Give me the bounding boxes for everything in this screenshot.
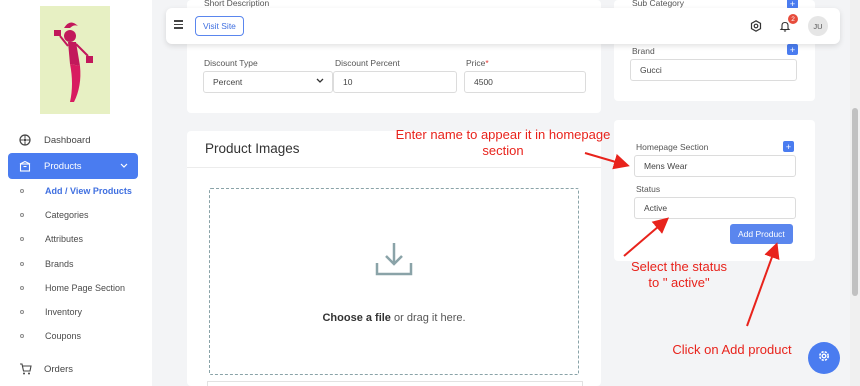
chevron-down-icon (316, 78, 324, 86)
sidebar: Dashboard Products Add / View Products C… (0, 0, 152, 386)
homepage-section-label: Homepage Section (636, 142, 709, 152)
dashboard-icon (18, 133, 32, 147)
sidebar-item-label: Products (44, 160, 82, 172)
product-images-title: Product Images (205, 141, 300, 156)
bullet-icon (20, 213, 24, 217)
box-icon (18, 159, 32, 173)
dropzone-text: Choose a file or drag it here. (322, 312, 466, 324)
add-product-button[interactable]: Add Product (730, 224, 793, 244)
sidebar-subitem-brands[interactable]: Brands (8, 254, 148, 274)
sidebar-item-products[interactable]: Products (8, 153, 138, 179)
sidebar-item-orders[interactable]: Orders (8, 356, 138, 382)
status-label: Status (636, 184, 661, 194)
divider (187, 167, 601, 168)
hamburger-menu-icon[interactable] (174, 20, 183, 29)
sidebar-item-label: Orders (44, 363, 74, 375)
bullet-icon (20, 286, 24, 290)
avatar[interactable]: JU (808, 16, 828, 36)
annotation-status: Select the status to " active" (630, 259, 728, 290)
discount-type-label: Discount Type (204, 58, 258, 68)
bullet-icon (20, 262, 24, 266)
gear-icon (817, 349, 831, 368)
download-icon (374, 241, 414, 282)
sidebar-item-label: Dashboard (44, 134, 91, 146)
add-brand-button[interactable]: + (787, 44, 798, 55)
brand-logo (40, 6, 110, 114)
brand-label: Brand (632, 46, 655, 56)
sidebar-item-dashboard[interactable]: Dashboard (8, 127, 138, 153)
publish-card: Homepage Section + Mens Wear Status Acti… (614, 120, 815, 261)
price-input[interactable]: 4500 (464, 71, 586, 93)
status-select[interactable]: Active (634, 197, 796, 219)
cart-icon (18, 362, 32, 376)
scrollbar-thumb[interactable] (852, 108, 858, 296)
annotation-homepage-section: Enter name to appear it in homepage sect… (395, 127, 611, 158)
sidebar-subitem-home-page-section[interactable]: Home Page Section (8, 278, 148, 298)
floating-settings-button[interactable] (808, 342, 840, 374)
bullet-icon (20, 237, 24, 241)
bullet-icon (20, 334, 24, 338)
discount-type-select[interactable]: Percent (203, 71, 333, 93)
top-bar: Visit Site 2 JU (166, 8, 840, 44)
brand-select[interactable]: Gucci (630, 59, 797, 81)
sidebar-subitem-add-view-products[interactable]: Add / View Products (8, 181, 148, 201)
price-label: Price* (466, 58, 489, 68)
sidebar-subitem-categories[interactable]: Categories (8, 205, 148, 225)
file-dropzone[interactable]: Choose a file or drag it here. (209, 188, 579, 375)
annotation-add-product: Click on Add product (672, 342, 792, 357)
homepage-section-select[interactable]: Mens Wear (634, 155, 796, 177)
product-images-card: Product Images Choose a file or drag it … (187, 131, 601, 386)
discount-percent-label: Discount Percent (335, 58, 400, 68)
sidebar-subitem-attributes[interactable]: Attributes (8, 229, 148, 249)
divider (207, 381, 583, 386)
notification-badge: 2 (788, 14, 798, 24)
sidebar-subitem-inventory[interactable]: Inventory (8, 302, 148, 322)
chevron-down-icon (120, 162, 128, 171)
discount-percent-input[interactable]: 10 (333, 71, 457, 93)
short-description-label: Short Description (204, 0, 270, 8)
add-homepage-section-button[interactable]: + (783, 141, 794, 152)
bullet-icon (20, 189, 24, 193)
sidebar-subitem-coupons[interactable]: Coupons (8, 326, 148, 346)
bullet-icon (20, 310, 24, 314)
settings-icon[interactable] (748, 18, 764, 34)
visit-site-button[interactable]: Visit Site (195, 16, 244, 36)
sub-category-label: Sub Category (632, 0, 684, 8)
